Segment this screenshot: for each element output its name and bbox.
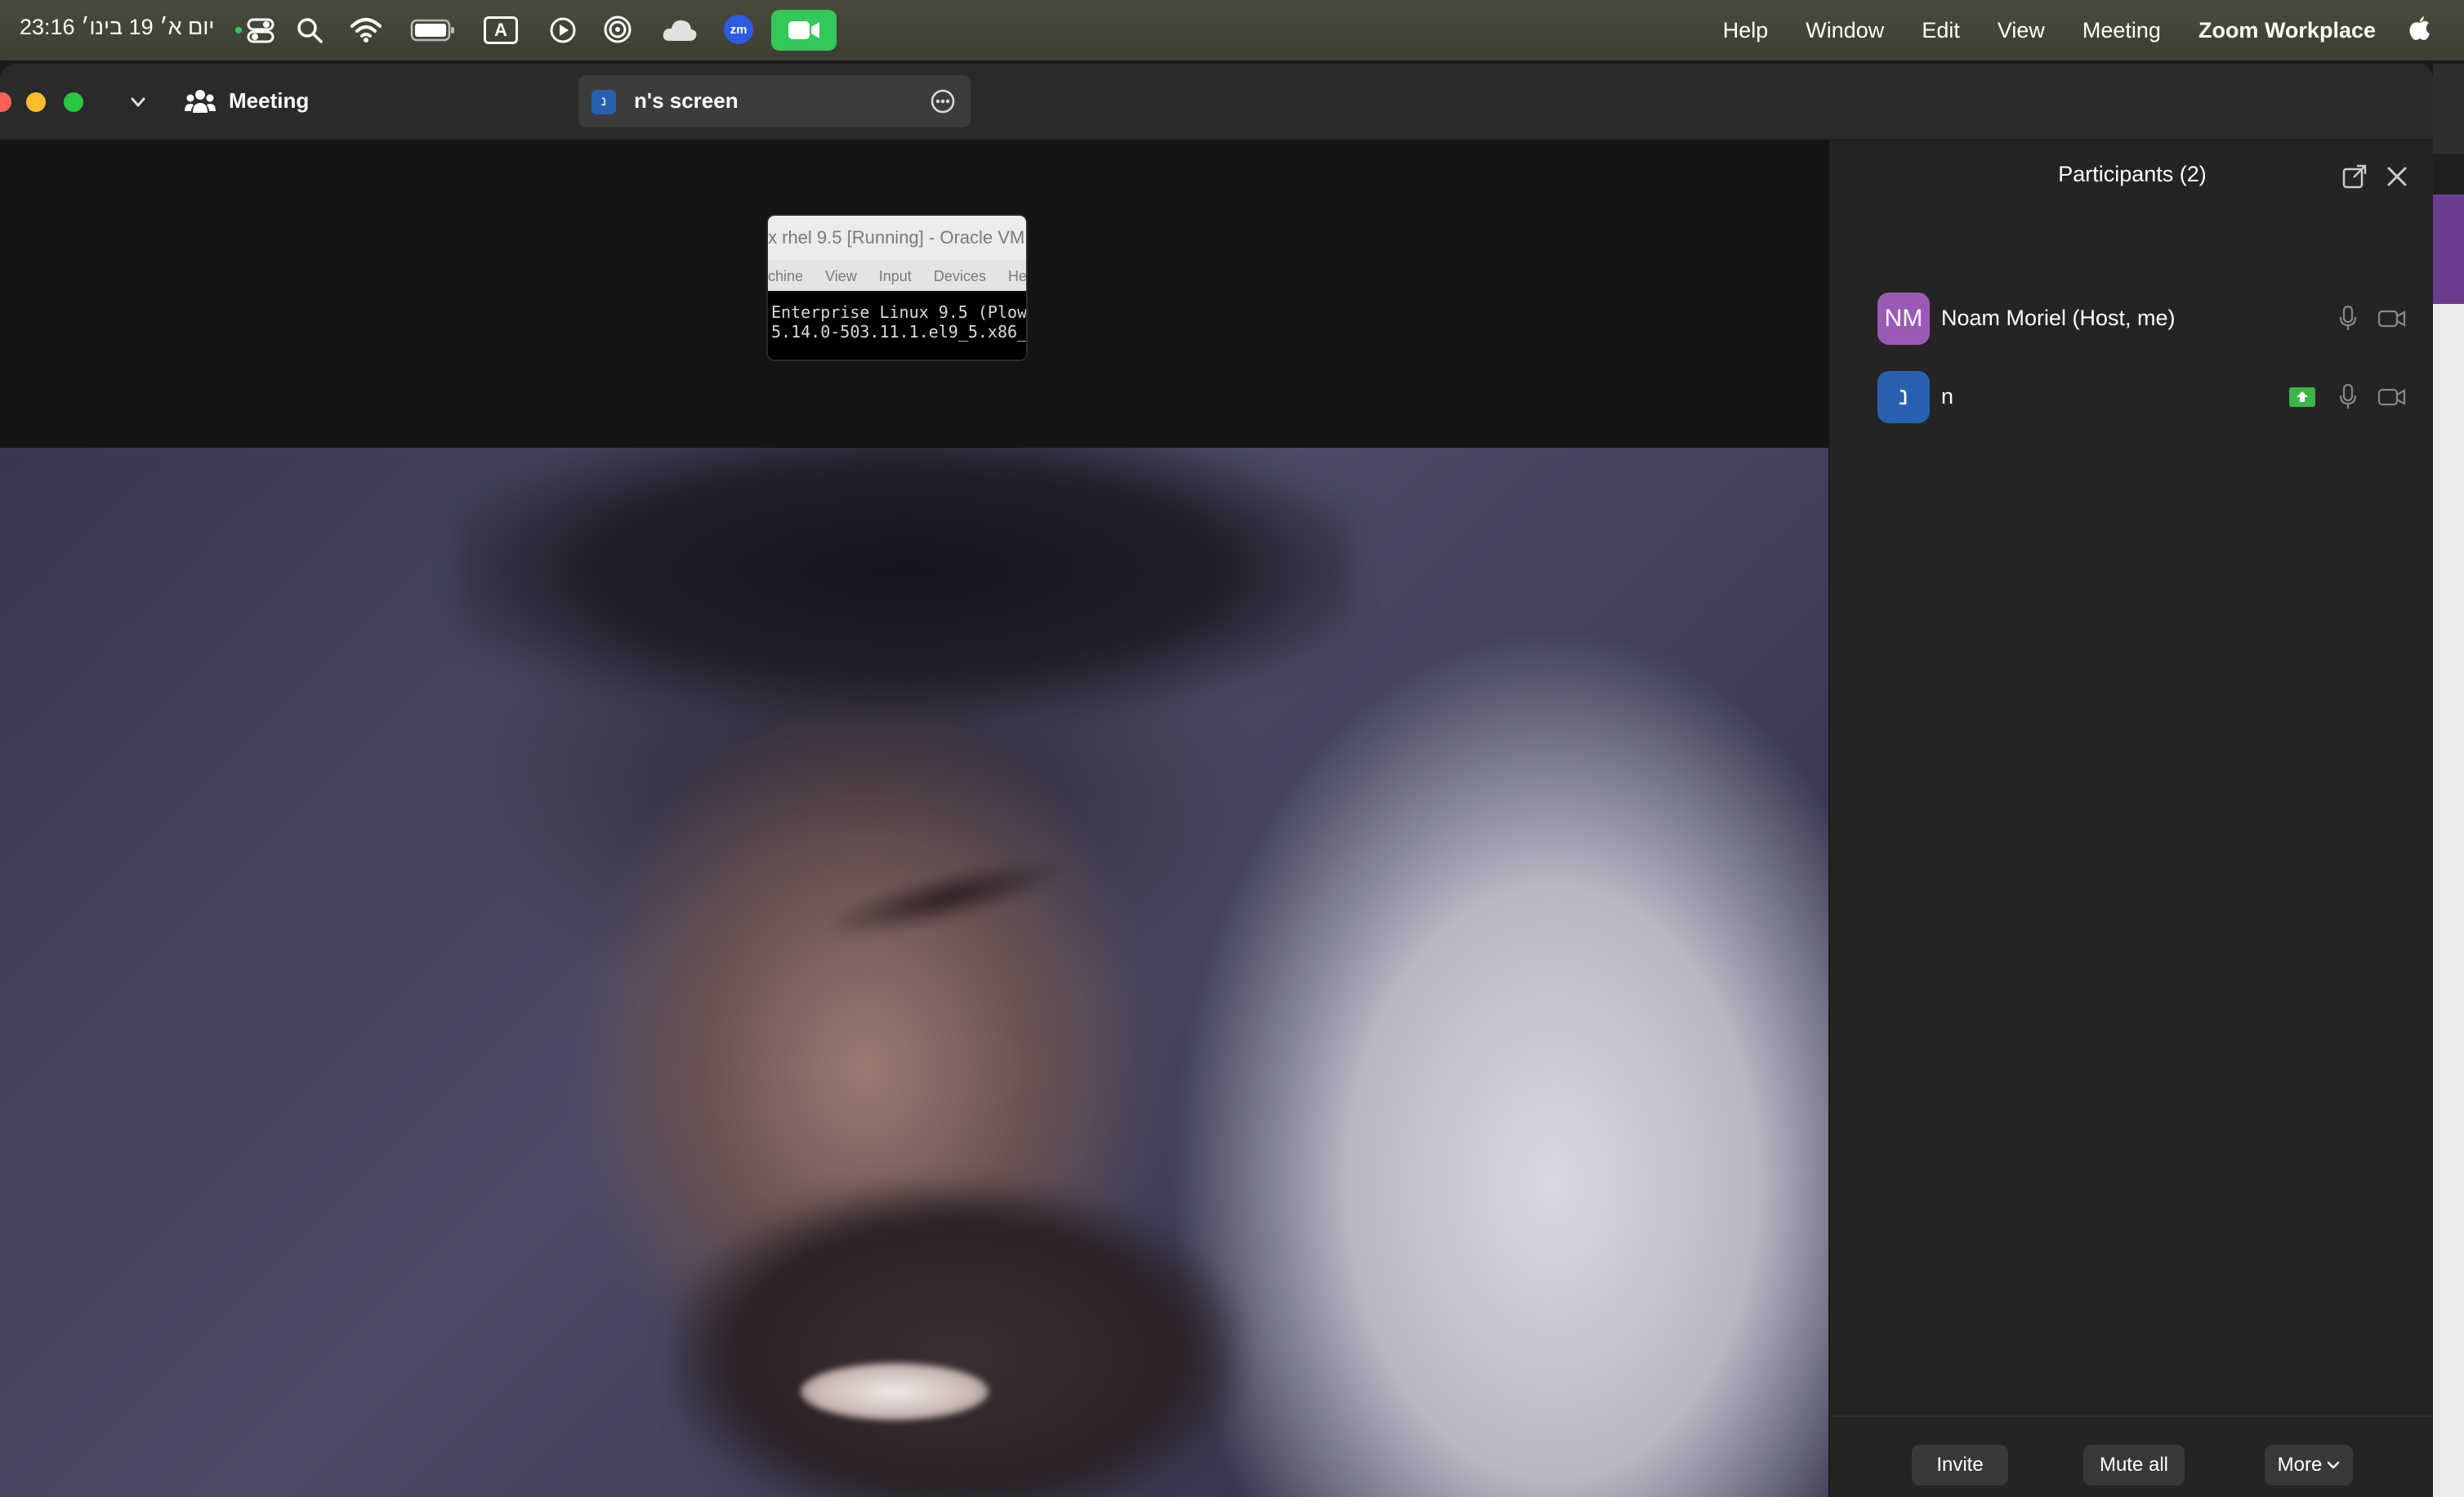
apple-menu-icon[interactable] bbox=[2408, 15, 2431, 47]
video-camera-icon[interactable] bbox=[2376, 302, 2408, 335]
mute-all-label: Mute all bbox=[2099, 1454, 2169, 1476]
vm-menu-view: View bbox=[825, 268, 857, 284]
meeting-label[interactable]: Meeting bbox=[229, 88, 309, 114]
background-edge-purple bbox=[2433, 194, 2464, 304]
mute-all-button[interactable]: Mute all bbox=[2083, 1445, 2185, 1486]
participant-name: n bbox=[1941, 384, 1954, 409]
icloud-icon[interactable] bbox=[662, 18, 698, 42]
participants-panel: Participants (2) NM Noam Moriel (Host, m… bbox=[1828, 141, 2433, 1497]
zoom-badge-text: zm bbox=[730, 22, 748, 37]
participant-row[interactable]: נ n bbox=[1830, 364, 2433, 430]
minimize-window-button[interactable] bbox=[26, 92, 46, 112]
vm-menu-devices: Devices bbox=[933, 268, 986, 284]
chevron-down-icon[interactable] bbox=[127, 92, 149, 113]
avatar: נ bbox=[1877, 371, 1930, 423]
participants-group-icon bbox=[185, 87, 216, 116]
participants-header: Participants (2) bbox=[1830, 141, 2433, 214]
close-icon[interactable] bbox=[2381, 160, 2413, 193]
invite-label: Invite bbox=[1936, 1454, 1984, 1476]
participant-video-feed[interactable] bbox=[0, 448, 1828, 1497]
vm-menu-bar: chine View Input Devices He bbox=[768, 260, 1026, 291]
menu-window[interactable]: Window bbox=[1806, 18, 1884, 43]
video-brow-shade bbox=[815, 842, 1081, 953]
control-center-icon[interactable] bbox=[235, 15, 278, 46]
participants-footer: Invite Mute all More bbox=[1830, 1415, 2433, 1497]
menu-help[interactable]: Help bbox=[1723, 18, 1769, 43]
window-titlebar: Meeting נ n's screen bbox=[0, 64, 2433, 141]
zoom-window-button[interactable] bbox=[64, 92, 83, 112]
vm-menu-input: Input bbox=[878, 268, 912, 284]
vm-menu-machine: chine bbox=[768, 268, 804, 284]
shared-screen-thumbnail[interactable]: x rhel 9.5 [Running] - Oracle VM chine V… bbox=[766, 214, 1028, 361]
menu-app-name[interactable]: Zoom Workplace bbox=[2198, 18, 2376, 43]
zoom-meeting-window: Meeting נ n's screen x rhel 9.5 [Running… bbox=[0, 64, 2433, 1497]
more-options-icon[interactable] bbox=[930, 88, 956, 114]
share-tab-label: n's screen bbox=[634, 88, 739, 113]
input-source-icon[interactable]: A bbox=[484, 16, 518, 44]
vm-terminal-line: 5.14.0-503.11.1.el9_5.x86_6 bbox=[771, 322, 1026, 342]
background-edge-dark bbox=[2433, 154, 2464, 194]
zoom-menubar-icon[interactable]: zm bbox=[724, 15, 753, 44]
wifi-icon[interactable] bbox=[350, 16, 382, 42]
menubar-menus: Help Window Edit View Meeting Zoom Workp… bbox=[1685, 0, 2431, 60]
avatar: NM bbox=[1877, 293, 1930, 345]
background-window-edge bbox=[2433, 64, 2464, 1497]
media-play-icon[interactable] bbox=[549, 16, 577, 44]
vm-menu-help: He bbox=[1007, 268, 1026, 284]
menu-view[interactable]: View bbox=[1998, 18, 2045, 43]
more-button[interactable]: More bbox=[2265, 1445, 2353, 1486]
menu-meeting[interactable]: Meeting bbox=[2082, 18, 2161, 43]
chevron-down-icon bbox=[2328, 1461, 2340, 1469]
screen-share-tab[interactable]: נ n's screen bbox=[578, 75, 971, 127]
facetime-video-icon[interactable] bbox=[771, 10, 837, 51]
close-window-button[interactable] bbox=[0, 92, 11, 112]
sharer-avatar: נ bbox=[591, 90, 616, 114]
more-label: More bbox=[2277, 1454, 2323, 1476]
spotlight-search-icon[interactable] bbox=[296, 16, 324, 44]
menubar-clock[interactable]: 23:16 יום א׳ 19 בינו׳ bbox=[20, 15, 214, 40]
video-smile-highlight bbox=[801, 1363, 989, 1420]
participant-name: Noam Moriel (Host, me) bbox=[1941, 306, 2176, 330]
avatar-initials: נ bbox=[1899, 383, 1908, 410]
input-source-letter: A bbox=[494, 20, 507, 40]
vm-terminal: Enterprise Linux 9.5 (Plow 5.14.0-503.11… bbox=[768, 291, 1026, 360]
invite-button[interactable]: Invite bbox=[1912, 1445, 2008, 1486]
menu-edit[interactable]: Edit bbox=[1922, 18, 1960, 43]
macos-menu-bar: 23:16 יום א׳ 19 בינו׳ A zm Help Window E… bbox=[0, 0, 2464, 60]
battery-icon[interactable] bbox=[410, 18, 456, 42]
screen-sharing-icon bbox=[2286, 381, 2319, 413]
video-hair-shade bbox=[458, 448, 1356, 717]
vm-window-title: x rhel 9.5 [Running] - Oracle VM bbox=[768, 216, 1026, 260]
background-edge-grey bbox=[2433, 64, 2464, 154]
airdrop-icon[interactable] bbox=[603, 15, 632, 44]
avatar-initials: NM bbox=[1884, 305, 1923, 332]
meeting-stage: x rhel 9.5 [Running] - Oracle VM chine V… bbox=[0, 141, 1828, 1497]
microphone-icon[interactable] bbox=[2332, 381, 2364, 413]
microphone-icon[interactable] bbox=[2332, 302, 2364, 335]
sharer-avatar-letter: נ bbox=[600, 95, 607, 109]
popout-icon[interactable] bbox=[2338, 160, 2371, 193]
participant-row[interactable]: NM Noam Moriel (Host, me) bbox=[1830, 286, 2433, 351]
video-beard-shade bbox=[670, 1183, 1242, 1497]
vm-terminal-line: Enterprise Linux 9.5 (Plow bbox=[771, 302, 1026, 322]
video-camera-icon[interactable] bbox=[2376, 381, 2408, 413]
